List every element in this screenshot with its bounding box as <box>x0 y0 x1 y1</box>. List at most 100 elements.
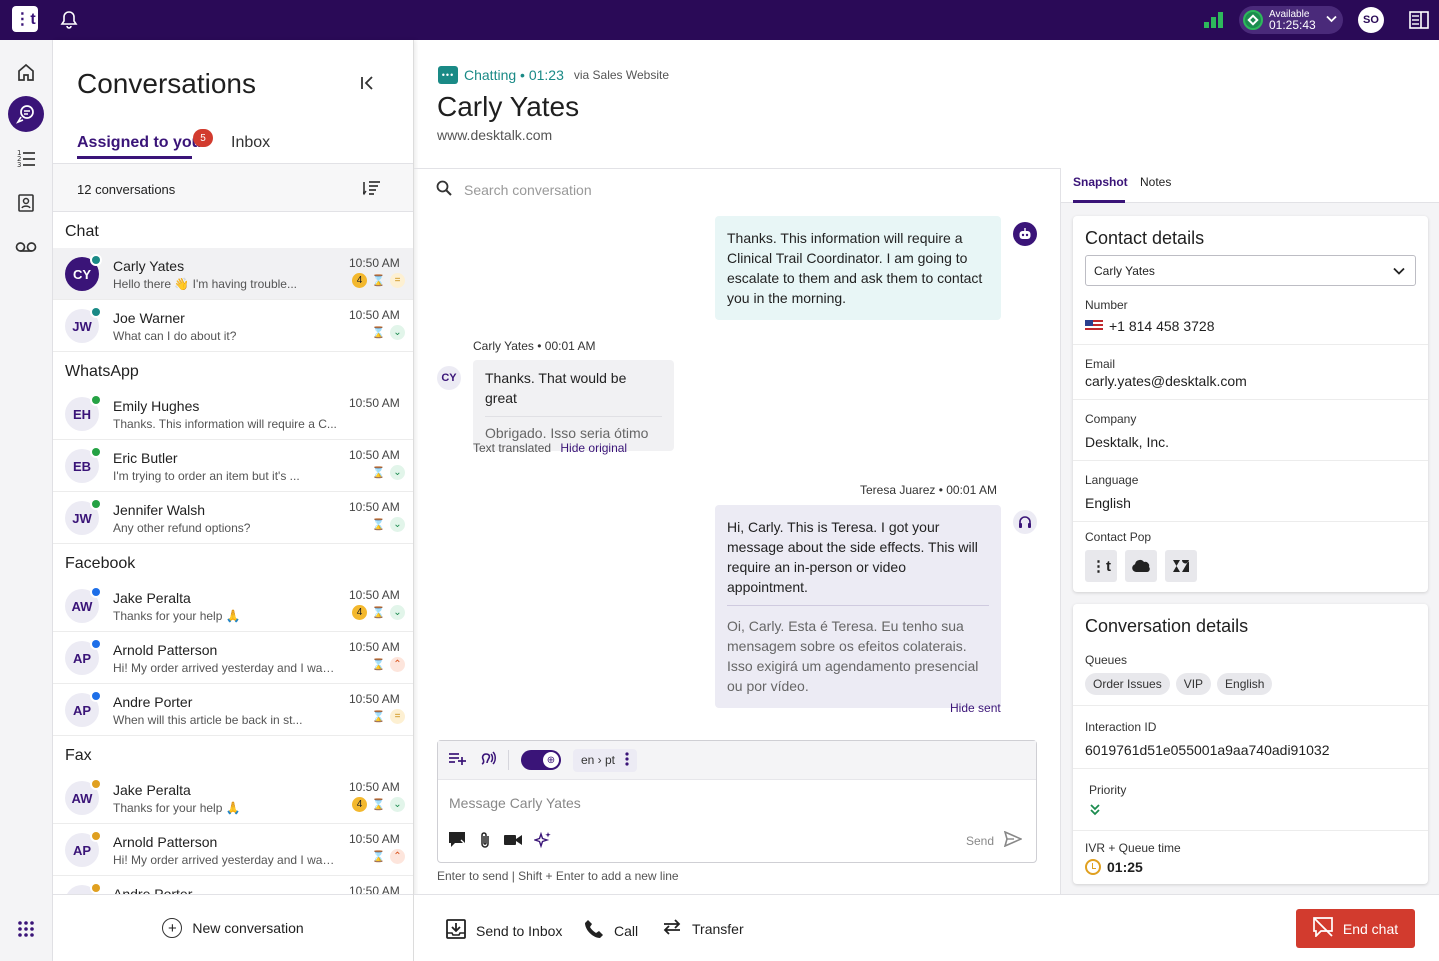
talkdesk-logo-icon[interactable]: ⋮t <box>1085 550 1117 582</box>
contact-name: Carly Yates <box>113 258 185 274</box>
conversation-row[interactable]: JW Joe Warner What can I do about it? 10:50… <box>53 300 413 352</box>
tab-notes[interactable]: Notes <box>1140 175 1171 189</box>
unread-count-badge: 4 <box>352 796 367 812</box>
conversation-count: 12 conversations <box>77 182 176 197</box>
phone-icon <box>584 919 604 942</box>
call-button[interactable]: Call <box>584 919 638 942</box>
contact-name: Jennifer Walsh <box>113 502 206 518</box>
status-timer: 01:25:43 <box>1269 18 1316 32</box>
send-to-inbox-button[interactable]: Send to Inbox <box>446 919 562 942</box>
more-options-icon[interactable] <box>625 751 629 769</box>
low-priority-icon: ⌄ <box>390 796 405 812</box>
channel-icon <box>90 498 102 510</box>
sort-icon[interactable] <box>361 180 381 196</box>
conversation-row[interactable]: AW Jake Peralta Thanks for your help 🙏 10:5… <box>53 580 413 632</box>
message-snippet: Hi! My order arrived yesterday and I was… <box>113 853 338 867</box>
bot-message: Thanks. This information will require a … <box>715 216 1001 320</box>
add-canned-response-icon[interactable] <box>448 752 466 769</box>
contact-avatar: CY <box>65 254 102 291</box>
hide-original-link[interactable]: Hide original <box>560 441 627 455</box>
number-field: Number +1 814 458 3728 <box>1073 286 1428 345</box>
conversation-search[interactable]: Search conversation <box>436 180 592 199</box>
contact-select[interactable]: Carly Yates <box>1085 255 1416 286</box>
company-label: Company <box>1085 412 1137 426</box>
salesforce-cloud-icon[interactable] <box>1125 550 1157 582</box>
message-input[interactable]: Message Carly Yates <box>449 795 581 811</box>
tab-inbox[interactable]: Inbox <box>231 134 270 152</box>
video-icon[interactable] <box>504 834 522 849</box>
app-logo[interactable]: ⋮t <box>12 6 38 32</box>
translation-toggle[interactable]: ⊕ <box>521 750 561 770</box>
language-value: English <box>1085 495 1131 511</box>
conversation-row[interactable]: AW Jake Peralta Thanks for your help 🙏 10:5… <box>53 772 413 824</box>
voicemail-icon[interactable] <box>8 229 44 265</box>
new-conversation-button[interactable]: + New conversation <box>53 894 413 961</box>
conversation-details-title: Conversation details <box>1085 616 1249 636</box>
conversation-row[interactable]: AP Andre Porter When will this article be … <box>53 684 413 736</box>
hide-sent-link[interactable]: Hide sent <box>950 701 1001 715</box>
conversation-row[interactable]: EH Emily Hughes Thanks. This information w… <box>53 388 413 440</box>
language-pair-selector[interactable]: en › pt <box>573 748 638 772</box>
conversation-row[interactable]: JW Jennifer Walsh Any other refund options… <box>53 492 413 544</box>
contacts-icon[interactable] <box>8 185 44 221</box>
quick-reply-icon[interactable] <box>448 831 466 852</box>
home-icon[interactable] <box>8 54 44 90</box>
conversation-row[interactable]: AP Arnold Patterson Hi! My order arrived y… <box>53 632 413 684</box>
low-priority-icon <box>1089 803 1416 820</box>
search-icon <box>436 180 452 199</box>
language-label: Language <box>1085 473 1139 487</box>
end-chat-button[interactable]: End chat <box>1296 909 1415 948</box>
conversation-row[interactable]: AP Arnold Patterson Hi! My order arrived y… <box>53 824 413 876</box>
customer-avatar: CY <box>437 366 461 390</box>
priority-field: Priority <box>1073 769 1428 831</box>
queue-chip: English <box>1217 673 1273 695</box>
side-panel-icon[interactable] <box>1409 11 1429 29</box>
send-button[interactable]: Send <box>966 830 1023 850</box>
details-tabs: Snapshot Notes <box>1061 168 1439 203</box>
globe-icon: ⊕ <box>543 752 559 768</box>
tab-snapshot[interactable]: Snapshot <box>1073 175 1128 189</box>
conversation-list-panel: Conversations Assigned to you 5 Inbox 12… <box>53 40 414 961</box>
attachment-icon[interactable] <box>478 831 492 852</box>
collapse-panel-icon[interactable] <box>359 74 377 92</box>
phone-number[interactable]: +1 814 458 3728 <box>1109 318 1215 334</box>
svg-text:3: 3 <box>17 161 21 168</box>
customer-message: Thanks. That would be great Obrigado. Is… <box>473 360 674 451</box>
avatar-initials: EH <box>72 406 92 422</box>
unread-count-badge: 4 <box>352 604 367 620</box>
contact-pop-label: Contact Pop <box>1085 530 1152 544</box>
contact-name: Eric Butler <box>113 450 178 466</box>
email-value[interactable]: carly.yates@desktalk.com <box>1085 373 1416 389</box>
message-snippet: Hello there 👋 I'm having trouble... <box>113 277 297 291</box>
transfer-arrows-icon <box>662 919 682 938</box>
conversation-details-card: Conversation details Queues Order Issues… <box>1073 604 1428 884</box>
message-time: 10:50 AM <box>349 396 400 410</box>
apps-grid-icon[interactable] <box>8 911 44 947</box>
avatar-initials: CY <box>72 266 92 282</box>
tab-assigned-to-you[interactable]: Assigned to you <box>77 134 201 152</box>
conversation-row[interactable]: CY Carly Yates Hello there 👋 I'm having tr… <box>53 248 413 300</box>
medium-priority-icon: = <box>390 708 405 724</box>
low-priority-icon: ⌄ <box>390 464 405 480</box>
tasks-icon[interactable]: 123 <box>8 140 44 176</box>
hourglass-icon: ⌛ <box>371 658 386 671</box>
company-field: Company Desktalk, Inc. <box>1073 400 1428 461</box>
bell-icon[interactable] <box>60 10 78 30</box>
user-avatar[interactable]: SO <box>1358 7 1384 33</box>
voice-translate-icon[interactable] <box>478 750 496 771</box>
new-conversation-label: New conversation <box>192 920 304 936</box>
conversations-icon[interactable] <box>8 96 44 132</box>
conversation-row[interactable]: EB Eric Butler I'm trying to order an item… <box>53 440 413 492</box>
ai-sparkle-icon[interactable] <box>532 831 552 852</box>
section-header: Fax <box>65 747 92 764</box>
end-chat-label: End chat <box>1342 920 1399 937</box>
hourglass-icon: ⌛ <box>371 798 386 811</box>
chat-actions-bar: Send to Inbox Call Transfer End chat <box>414 894 1439 961</box>
transfer-button[interactable]: Transfer <box>662 919 744 938</box>
text-translated-label: Text translated <box>473 441 552 455</box>
zendesk-icon[interactable] <box>1165 550 1197 582</box>
availability-status-dropdown[interactable]: Available 01:25:43 <box>1239 6 1343 34</box>
message-time: 10:50 AM <box>349 780 400 794</box>
agent-message: Hi, Carly. This is Teresa. I got your me… <box>715 505 1001 708</box>
contact-avatar: AW <box>65 778 102 815</box>
